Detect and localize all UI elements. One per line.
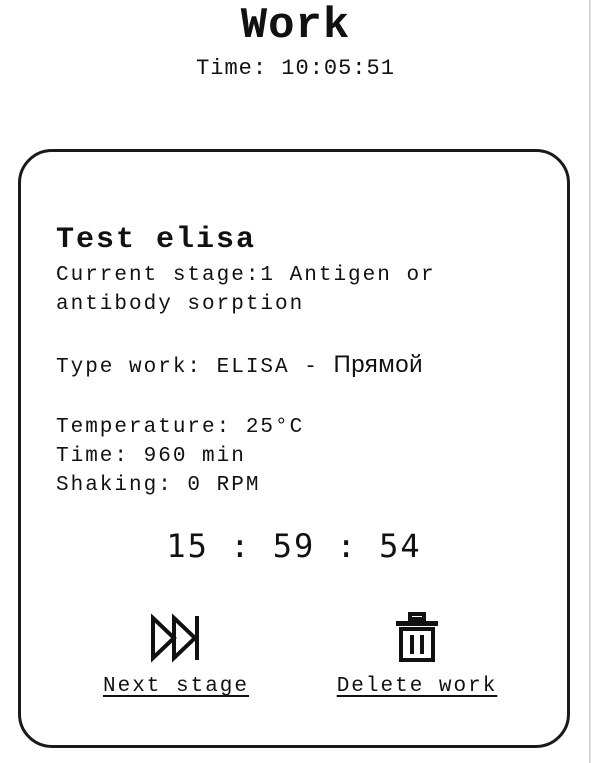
type-work-variant: Прямой <box>333 351 424 378</box>
delete-work-button[interactable]: Delete work <box>317 612 517 700</box>
temperature-value: Temperature: 25°C <box>56 416 305 439</box>
type-work-prefix: Type work: ELISA - <box>56 356 334 379</box>
next-stage-label: Next stage <box>102 675 250 698</box>
type-work: Type work: ELISA - Прямой <box>56 350 423 382</box>
shaking-value: Shaking: 0 RPM <box>56 474 261 497</box>
current-stage: Current stage:1 Antigen or antibody sorp… <box>56 264 436 316</box>
current-time: Time: 10:05:51 <box>196 56 395 81</box>
delete-work-label: Delete work <box>336 675 498 698</box>
next-stage-button[interactable]: Next stage <box>76 612 276 700</box>
work-card: Test elisa Current stage:1 Antigen or an… <box>18 149 570 748</box>
work-parameters: Temperature: 25°C Time: 960 min Shaking:… <box>56 413 304 500</box>
page-title: Work <box>240 1 351 51</box>
fast-forward-icon <box>151 613 199 663</box>
trash-icon <box>396 612 438 662</box>
countdown-timer: 15 : 59 : 54 <box>166 527 422 565</box>
work-name: Test elisa <box>56 223 257 257</box>
duration-value: Time: 960 min <box>56 445 246 468</box>
